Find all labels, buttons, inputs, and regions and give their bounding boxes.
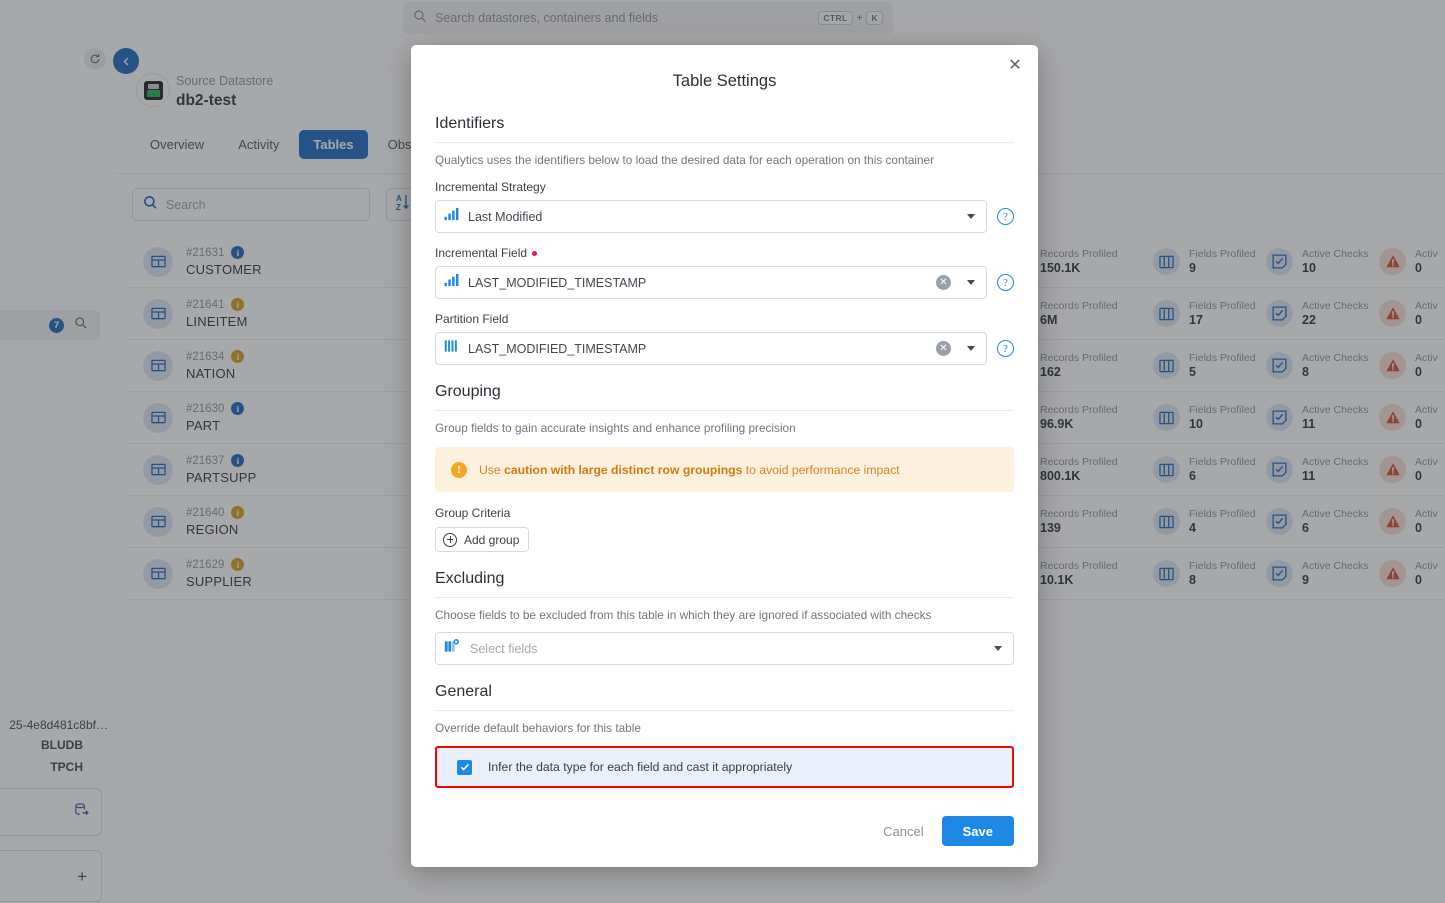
close-icon[interactable]: ✕ [1004,55,1026,77]
required-indicator [532,250,538,256]
table-settings-modal: ✕ Table Settings Identifiers Qualytics u… [411,45,1038,867]
chevron-down-icon[interactable] [967,280,975,285]
cancel-button[interactable]: Cancel [883,824,923,839]
incremental-field-value: LAST_MODIFIED_TIMESTAMP [468,275,647,290]
infer-datatype-highlight: Infer the data type for each field and c… [435,746,1014,788]
columns-exclude-icon [444,638,461,659]
modal-body: Identifiers Qualytics uses the identifie… [411,115,1038,788]
section-desc-excluding: Choose fields to be excluded from this t… [435,608,932,622]
exclude-fields-placeholder: Select fields [470,641,538,656]
label-text: Partition Field [435,312,509,326]
warning-prefix: Use [479,462,505,477]
clear-icon[interactable]: ✕ [936,341,951,356]
section-desc-grouping: Group fields to gain accurate insights a… [435,421,796,435]
section-heading-general: General [435,683,1014,711]
modal-title: Table Settings [672,72,777,90]
incremental-strategy-select[interactable]: Last Modified [435,200,987,233]
incremental-field-select[interactable]: LAST_MODIFIED_TIMESTAMP ✕ [435,266,987,299]
row-incremental-field: LAST_MODIFIED_TIMESTAMP ✕ ? [435,266,1014,299]
incremental-strategy-value: Last Modified [468,209,543,224]
warning-bold: caution with large distinct row grouping… [504,462,743,477]
section-heading-identifiers: Identifiers [435,115,1014,143]
check-icon [460,763,469,771]
label-group-criteria: Group Criteria [435,506,511,520]
label-incremental-field: Incremental Field [435,246,1014,260]
grouping-warning-banner: ! Use caution with large distinct row gr… [435,447,1014,492]
help-icon[interactable]: ? [997,208,1014,225]
chevron-down-icon[interactable] [994,646,1002,651]
warning-icon: ! [451,461,467,478]
exclude-fields-select[interactable]: Select fields [435,632,1014,665]
screen-root: Search datastores, containers and fields… [0,0,1445,903]
clear-icon[interactable]: ✕ [936,275,951,290]
bar-chart-icon [444,207,459,226]
row-partition-field: LAST_MODIFIED_TIMESTAMP ✕ ? [435,332,1014,365]
add-group-label: Add group [464,532,520,547]
help-icon[interactable]: ? [997,340,1014,357]
partition-field-value: LAST_MODIFIED_TIMESTAMP [468,341,647,356]
label-incremental-strategy: Incremental Strategy [435,180,1014,194]
section-heading-grouping: Grouping [435,383,1014,411]
label-text: Incremental Strategy [435,180,546,194]
add-group-button[interactable]: Add group [435,527,530,552]
section-desc-general: Override default behaviors for this tabl… [435,721,641,735]
section-desc-identifiers: Qualytics uses the identifiers below to … [435,153,935,167]
infer-datatype-label: Infer the data type for each field and c… [488,760,793,774]
partition-field-select[interactable]: LAST_MODIFIED_TIMESTAMP ✕ [435,332,987,365]
infer-datatype-checkbox[interactable] [457,759,472,775]
section-heading-excluding: Excluding [435,570,1014,598]
label-partition-field: Partition Field [435,312,1014,326]
row-incremental-strategy: Last Modified ? [435,200,1014,233]
row-exclude-fields: Select fields [435,632,1014,665]
plus-circle-icon [443,532,457,547]
warning-suffix: to avoid performance impact [742,462,900,477]
chevron-down-icon[interactable] [967,346,975,351]
modal-footer: Cancel Save [411,795,1038,867]
save-button[interactable]: Save [941,816,1014,846]
histogram-icon [444,339,459,358]
label-text: Incremental Field [435,246,528,260]
help-icon[interactable]: ? [997,274,1014,291]
chevron-down-icon[interactable] [967,214,975,219]
bar-chart-icon [444,273,459,292]
grouping-warning-text: Use caution with large distinct row grou… [479,463,900,477]
